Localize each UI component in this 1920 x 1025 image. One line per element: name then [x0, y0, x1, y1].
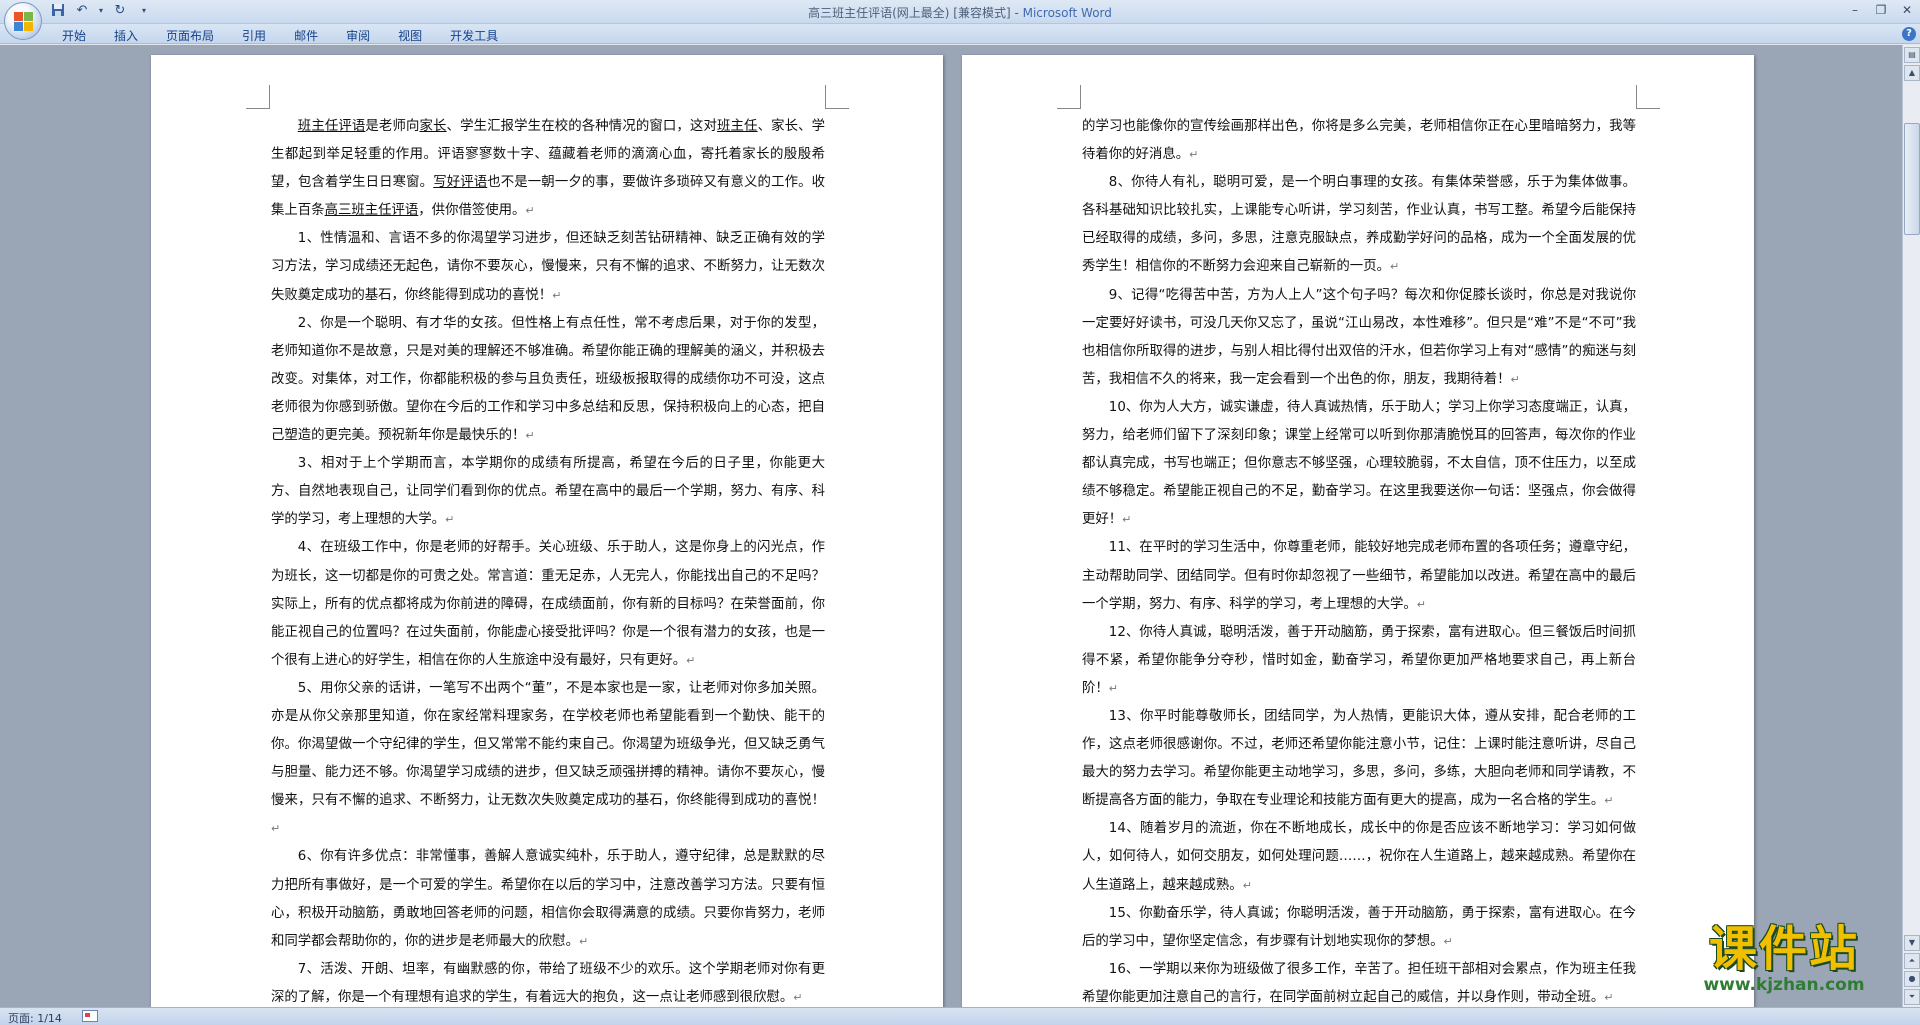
paragraph[interactable]: 班主任评语是老师向家长、学生汇报学生在校的各种情况的窗口，这对班主任、家长、学生…	[271, 113, 825, 225]
document-area: 班主任评语是老师向家长、学生汇报学生在校的各种情况的窗口，这对班主任、家长、学生…	[0, 45, 1902, 1007]
paragraph[interactable]: 8、你待人有礼，聪明可爱，是一个明白事理的女孩。有集体荣誉感，乐于为集体做事。各…	[1082, 169, 1636, 281]
vertical-scrollbar[interactable]: ▤ ▲ ▼ ⏶ ● ⏷	[1902, 45, 1920, 1007]
crop-mark	[1057, 85, 1081, 109]
paragraph[interactable]: 2、你是一个聪明、有才华的女孩。但性格上有点任性，常不考虑后果，对于你的发型，老…	[271, 310, 825, 450]
title-separator: -	[1010, 6, 1023, 20]
tab-review[interactable]: 审阅	[332, 24, 384, 44]
paragraph-mark-icon: ↵	[1510, 372, 1520, 386]
paragraph[interactable]: 7、活泼、开朗、坦率，有幽默感的你，带给了班级不少的欢乐。这个学期老师对你有更深…	[271, 956, 825, 1007]
paragraph-mark-icon: ↵	[1416, 597, 1426, 611]
paragraph-mark-icon: ↵	[1122, 513, 1132, 527]
paragraph-mark-icon: ↵	[1389, 260, 1400, 274]
tab-mailings[interactable]: 邮件	[280, 24, 332, 44]
crop-mark	[825, 85, 849, 109]
paragraph-mark-icon: ↵	[525, 429, 535, 443]
paragraph-mark-icon: ↵	[793, 990, 803, 1004]
window-title: 高三班主任评语(网上最全) [兼容模式] - Microsoft Word	[0, 4, 1920, 21]
help-icon[interactable]: ?	[1902, 27, 1916, 41]
paragraph-mark-icon: ↵	[1108, 681, 1118, 695]
paragraph[interactable]: 的学习也能像你的宣传绘画那样出色，你将是多么完美，老师相信你正在心里暗暗努力，我…	[1082, 113, 1636, 169]
ruler-toggle-icon[interactable]: ▤	[1904, 47, 1920, 63]
paragraph[interactable]: 10、你为人大方，诚实谦虚，待人真诚热情，乐于助人；学习上你学习态度端正，认真，…	[1082, 394, 1636, 534]
previous-page-icon[interactable]: ⏶	[1904, 953, 1920, 969]
page-text[interactable]: 的学习也能像你的宣传绘画那样出色，你将是多么完美，老师相信你正在心里暗暗努力，我…	[1082, 113, 1636, 1007]
app-name: Microsoft Word	[1022, 6, 1112, 20]
paragraph[interactable]: 12、你待人真诚，聪明活泼，善于开动脑筋，勇于探索，富有进取心。但三餐饭后时间抓…	[1082, 619, 1636, 703]
crop-mark	[246, 85, 270, 109]
paragraph[interactable]: 11、在平时的学习生活中，你尊重老师，能较好地完成老师布置的各项任务；遵章守纪，…	[1082, 534, 1636, 618]
paragraph-mark-icon: ↵	[1242, 878, 1252, 892]
restore-icon[interactable]: ❐	[1868, 0, 1894, 20]
close-icon[interactable]: ✕	[1894, 0, 1920, 20]
paragraph-mark-icon: ↵	[271, 822, 281, 836]
paragraph[interactable]: 16、一学期以来你为班级做了很多工作，辛苦了。担任班干部相对会累点，作为班主任我…	[1082, 956, 1636, 1007]
crop-mark	[1636, 85, 1660, 109]
window-controls: – ❐ ✕	[1842, 0, 1920, 20]
tab-insert[interactable]: 插入	[100, 24, 152, 44]
paragraph[interactable]: 3、相对于上个学期而言，本学期你的成绩有所提高，希望在今后的日子里，你能更大方、…	[271, 450, 825, 534]
paragraph-mark-icon: ↵	[578, 934, 589, 948]
document-page-1[interactable]: 班主任评语是老师向家长、学生汇报学生在校的各种情况的窗口，这对班主任、家长、学生…	[151, 55, 943, 1007]
page-text[interactable]: 班主任评语是老师向家长、学生汇报学生在校的各种情况的窗口，这对班主任、家长、学生…	[271, 113, 825, 1007]
tab-page-layout[interactable]: 页面布局	[152, 24, 228, 44]
paragraph-mark-icon: ↵	[552, 288, 562, 302]
tab-view[interactable]: 视图	[384, 24, 436, 44]
tab-developer[interactable]: 开发工具	[436, 24, 512, 44]
scroll-down-icon[interactable]: ▼	[1904, 935, 1920, 951]
document-title: 高三班主任评语(网上最全) [兼容模式]	[808, 6, 1011, 20]
paragraph[interactable]: 1、性情温和、言语不多的你渴望学习进步，但还缺乏刻苦钻研精神、缺乏正确有效的学习…	[271, 225, 825, 309]
paragraph[interactable]: 14、随着岁月的流逝，你在不断地成长，成长中的你是否应该不断地学习：学习如何做人…	[1082, 815, 1636, 899]
paragraph-mark-icon: ↵	[525, 204, 535, 218]
page-count[interactable]: 页面: 1/14	[8, 1010, 62, 1025]
office-button[interactable]	[4, 2, 42, 40]
scroll-thumb[interactable]	[1904, 123, 1920, 235]
ribbon-tab-bar: 开始 插入 页面布局 引用 邮件 审阅 视图 开发工具 ?	[0, 24, 1920, 44]
next-page-icon[interactable]: ⏷	[1904, 989, 1920, 1005]
minimize-icon[interactable]: –	[1842, 0, 1868, 20]
tab-home[interactable]: 开始	[48, 24, 100, 44]
title-bar: ↶ ▾ ↻ ▾ 高三班主任评语(网上最全) [兼容模式] - Microsoft…	[0, 0, 1920, 40]
paragraph[interactable]: 9、记得“吃得苦中苦，方为人上人”这个句子吗？每次和你促膝长谈时，你总是对我说你…	[1082, 282, 1636, 394]
scroll-up-icon[interactable]: ▲	[1904, 65, 1920, 81]
paragraph-mark-icon: ↵	[1604, 990, 1614, 1004]
paragraph[interactable]: 5、用你父亲的话讲，一笔写不出两个“董”，不是本家也是一家，让老师对你多加关照。…	[271, 675, 825, 844]
paragraph-mark-icon: ↵	[686, 653, 696, 667]
proofing-status-icon[interactable]	[82, 1010, 98, 1022]
select-browse-object-icon[interactable]: ●	[1904, 971, 1920, 987]
paragraph-mark-icon: ↵	[1189, 148, 1199, 162]
paragraph[interactable]: 4、在班级工作中，你是老师的好帮手。关心班级、乐于助人，这是你身上的闪光点，作为…	[271, 534, 825, 674]
tab-references[interactable]: 引用	[228, 24, 280, 44]
document-page-2[interactable]: 的学习也能像你的宣传绘画那样出色，你将是多么完美，老师相信你正在心里暗暗努力，我…	[962, 55, 1754, 1007]
office-logo-icon	[14, 12, 34, 32]
paragraph-mark-icon: ↵	[1604, 794, 1614, 808]
paragraph[interactable]: 13、你平时能尊敬师长，团结同学，为人热情，更能识大体，遵从安排，配合老师的工作…	[1082, 703, 1636, 815]
status-bar: 页面: 1/14	[0, 1007, 1920, 1025]
paragraph-mark-icon: ↵	[445, 513, 455, 527]
paragraph[interactable]: 6、你有许多优点：非常懂事，善解人意诚实纯朴，乐于助人，遵守纪律，总是默默的尽力…	[271, 843, 825, 955]
paragraph[interactable]: 15、你勤奋乐学，待人真诚；你聪明活泼，善于开动脑筋，勇于探索，富有进取心。在今…	[1082, 900, 1636, 956]
paragraph-mark-icon: ↵	[1443, 934, 1453, 948]
